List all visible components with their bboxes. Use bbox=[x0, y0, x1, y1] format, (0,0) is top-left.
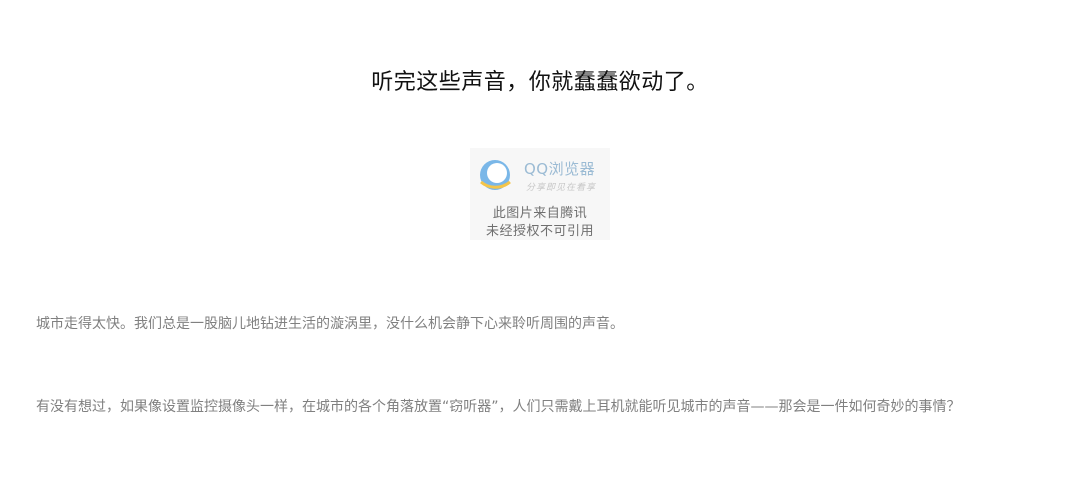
qq-browser-logo-icon bbox=[480, 160, 511, 190]
image-notice-line-1: 此图片来自腾讯 bbox=[492, 206, 588, 221]
image-placeholder: QQ浏览器 分享即见在看享 此图片来自腾讯 未经授权不可引用 bbox=[470, 148, 610, 240]
article-title: 听完这些声音，你就蠢蠢欲动了。 bbox=[371, 70, 709, 95]
paragraph: 有没有想过，如果像设置监控摄像头一样，在城市的各个角落放置“窃听器”，人们只需戴… bbox=[36, 399, 961, 415]
image-brand-text: QQ浏览器 bbox=[524, 160, 596, 178]
image-notice-line-2: 未经授权不可引用 bbox=[485, 224, 594, 239]
image-slogan-text: 分享即见在看享 bbox=[526, 183, 597, 193]
paragraph: 城市走得太快。我们总是一股脑儿地钻进生活的漩涡里，没什么机会静下心来聆听周围的声… bbox=[36, 316, 624, 332]
